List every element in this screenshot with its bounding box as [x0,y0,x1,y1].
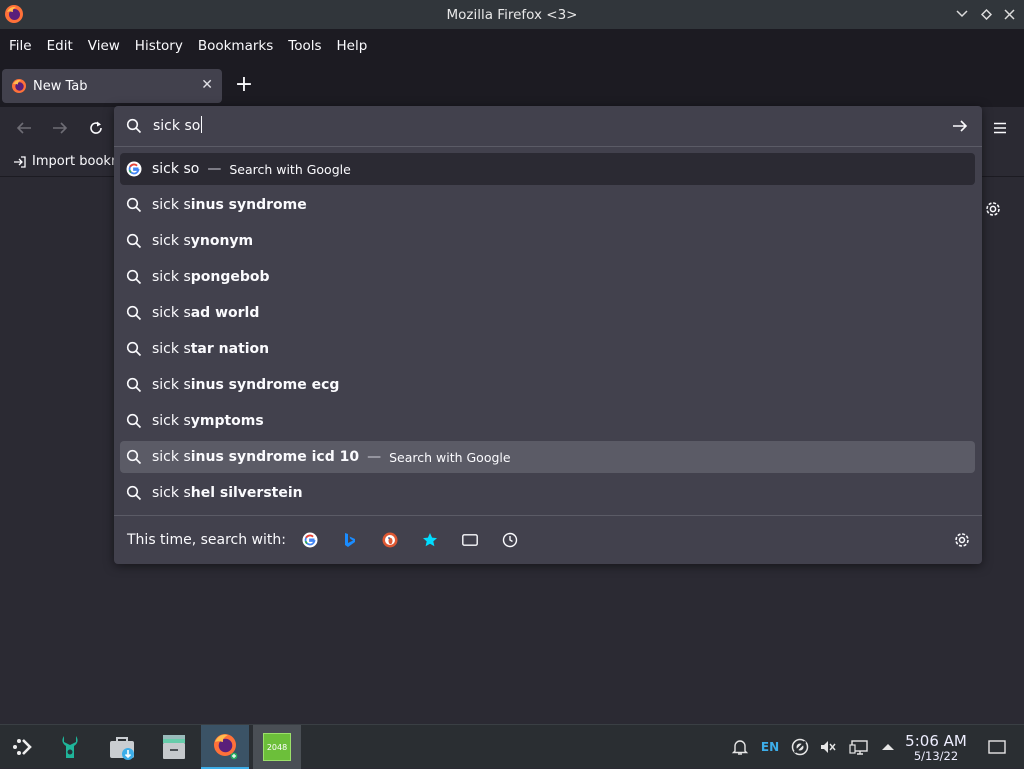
taskbar-firefox-button[interactable] [201,725,249,769]
bookmarks-star-icon[interactable] [420,530,440,550]
app-2048-icon: 2048 [263,733,291,761]
menu-help[interactable]: Help [337,38,368,54]
urlbar-input[interactable]: sick so [153,116,203,134]
tabs-icon[interactable] [460,530,480,550]
app-menu-button[interactable] [988,116,1012,140]
new-tab-settings-gear-icon[interactable] [983,199,1003,219]
suggestion-row[interactable]: sick symptoms [120,405,975,437]
search-icon [126,233,142,249]
suggestion-row[interactable]: sick shel silverstein [120,477,975,509]
window-title: Mozilla Firefox <3> [446,6,578,23]
show-desktop-icon[interactable] [986,737,1008,757]
suggestion-text: sick sinus syndrome icd 10 [152,449,360,465]
history-clock-icon[interactable] [500,530,520,550]
suggestion-row[interactable]: sick spongebob [120,261,975,293]
close-window-icon[interactable] [999,4,1019,24]
firefox-logo-icon [5,5,23,23]
suggestion-action: Search with Google [229,161,351,177]
file-manager-icon[interactable] [154,725,194,769]
go-arrow-icon[interactable] [950,116,970,136]
firefox-icon [214,734,238,760]
maximize-icon[interactable] [976,4,996,24]
menu-history[interactable]: History [135,38,183,54]
network-icon[interactable] [790,737,810,757]
dash: — [207,161,222,177]
suggestion-text: sick sad world [152,305,260,321]
menu-file[interactable]: File [9,38,32,54]
suggestion-row[interactable]: sick sinus syndrome [120,189,975,221]
search-icon [126,118,142,134]
suggestion-text: sick synonym [152,233,254,249]
clock[interactable]: 5:06 AM 5/13/22 [900,732,972,763]
menu-tools[interactable]: Tools [288,38,321,54]
discover-store-icon[interactable] [102,725,142,769]
display-icon[interactable] [848,737,870,757]
clock-date: 5/13/22 [913,749,959,763]
window-titlebar: Mozilla Firefox <3> [0,0,1024,29]
tab-new-tab[interactable]: New Tab ✕ [2,69,222,103]
google-icon [126,161,142,177]
show-hidden-icons-chevron-icon[interactable] [878,737,898,757]
duckduckgo-icon[interactable] [380,530,400,550]
menu-edit[interactable]: Edit [47,38,73,54]
search-icon [126,377,142,393]
taskbar-2048-button[interactable]: 2048 [253,725,301,769]
new-tab-button[interactable]: + [233,70,255,98]
import-icon [14,155,26,168]
import-bookmarks-button[interactable]: Import bookm [13,154,124,169]
suggestion-row[interactable]: sick synonym [120,225,975,257]
suggestion-action: Search with Google [389,449,511,465]
suggestion-text: sick so [152,161,200,177]
taskbar: 2048 EN 5:06 AM 5/13/22 [0,724,1024,769]
search-icon [126,269,142,285]
app-launcher-icon[interactable] [4,725,40,769]
notifications-bell-icon[interactable] [730,737,750,757]
search-icon [126,341,142,357]
volume-muted-icon[interactable] [818,737,838,757]
firefox-icon [12,79,26,93]
search-icon [126,485,142,501]
urlbar-dropdown: sick so sick so — Search with Google sic… [114,106,982,564]
dash: — [367,449,382,465]
import-bookmarks-label: Import bookm [32,154,124,169]
keyboard-layout-indicator[interactable]: EN [758,737,782,757]
suggestion-text: sick symptoms [152,413,264,429]
suggestion-row[interactable]: sick sad world [120,297,975,329]
menu-view[interactable]: View [88,38,120,54]
one-off-label: This time, search with: [127,532,286,548]
minimize-icon[interactable] [952,4,972,24]
suggestion-text: sick sinus syndrome [152,197,307,213]
urlbar[interactable]: sick so [114,106,982,146]
one-off-search-bar: This time, search with: [114,516,982,564]
search-icon [126,449,142,465]
suggestion-text: sick shel silverstein [152,485,303,501]
search-icon [126,197,142,213]
menu-bar: File Edit View History Bookmarks Tools H… [0,29,1024,63]
divider [114,146,982,147]
system-settings-icon[interactable] [50,725,90,769]
suggestion-text: sick sinus syndrome ecg [152,377,340,393]
clock-time: 5:06 AM [905,732,967,750]
reload-button[interactable] [84,116,108,140]
google-icon[interactable] [300,530,320,550]
suggestion-row[interactable]: sick sinus syndrome icd 10 — Search with… [120,441,975,473]
bing-icon[interactable] [340,530,360,550]
tab-strip: New Tab ✕ [0,63,1024,107]
search-icon [126,305,142,321]
suggestion-row[interactable]: sick star nation [120,333,975,365]
suggestion-row[interactable]: sick sinus syndrome ecg [120,369,975,401]
close-tab-icon[interactable]: ✕ [201,77,213,93]
search-settings-gear-icon[interactable] [953,531,971,549]
suggestion-text: sick star nation [152,341,270,357]
suggestion-text: sick spongebob [152,269,270,285]
back-button[interactable] [12,116,36,140]
search-icon [126,413,142,429]
tab-label: New Tab [33,78,88,94]
suggestion-row[interactable]: sick so — Search with Google [120,153,975,185]
menu-bookmarks[interactable]: Bookmarks [198,38,273,54]
forward-button[interactable] [48,116,72,140]
